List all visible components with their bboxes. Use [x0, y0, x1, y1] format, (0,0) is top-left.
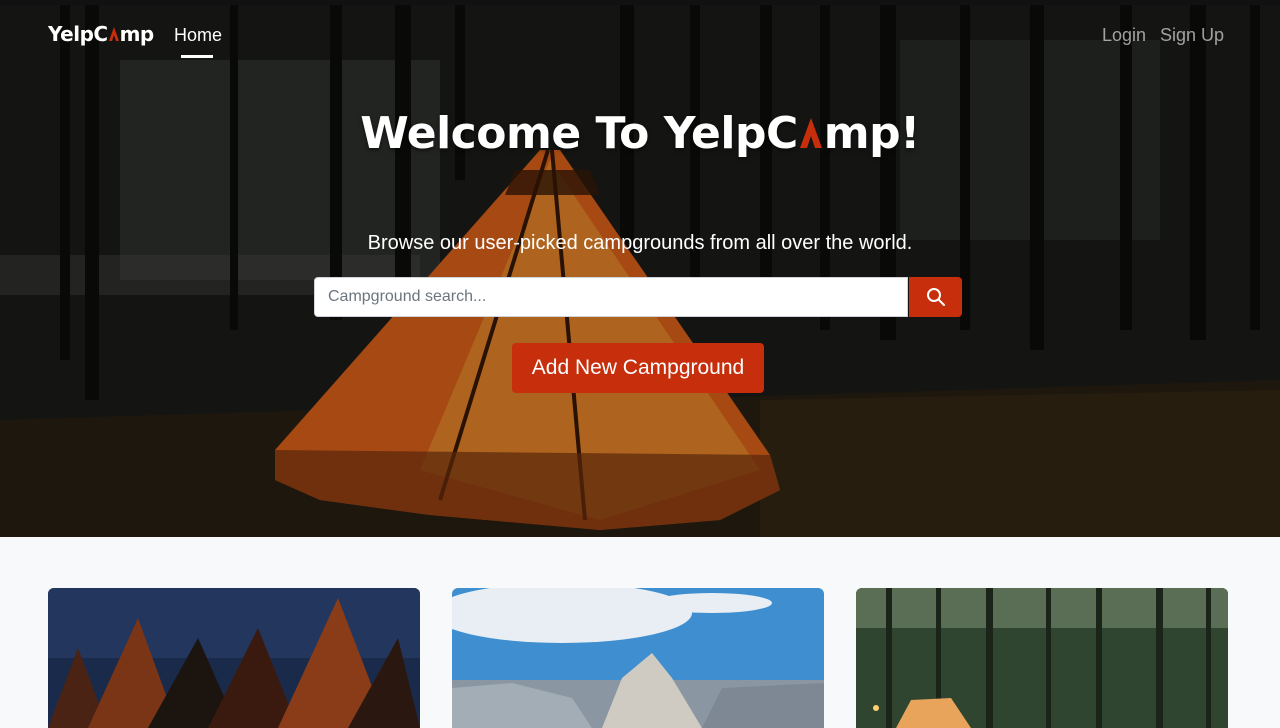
campground-search-input[interactable] [314, 277, 908, 317]
campground-cards [0, 537, 1280, 728]
navbar: YelpC mp Home Login Sign Up [0, 5, 1280, 65]
hero-subtitle: Browse our user-picked campgrounds from … [367, 232, 913, 254]
campground-card[interactable] [452, 588, 824, 728]
campground-card-image [856, 588, 1228, 728]
nav-home-link[interactable]: Home [174, 25, 222, 46]
tent-a-icon [799, 118, 822, 148]
hero-title-prefix: Welcome To YelpC [360, 108, 798, 159]
hero-section: YelpC mp Home Login Sign Up Welcome To Ye… [0, 0, 1280, 537]
campground-card-image [452, 588, 824, 728]
brand-logo[interactable]: YelpC mp [48, 22, 154, 46]
nav-login-link[interactable]: Login [1102, 25, 1146, 46]
campground-card[interactable] [48, 588, 420, 728]
campground-card-image [48, 588, 420, 728]
brand-prefix: YelpC [48, 22, 108, 46]
hero-title-suffix: mp! [823, 108, 920, 159]
search-icon [926, 288, 945, 306]
add-new-campground-button[interactable]: Add New Campground [512, 343, 764, 393]
nav-signup-link[interactable]: Sign Up [1160, 25, 1224, 46]
nav-active-indicator [181, 55, 213, 58]
campground-card[interactable] [856, 588, 1228, 728]
hero-title: Welcome To YelpC mp! [0, 108, 1280, 159]
brand-suffix: mp [119, 22, 155, 46]
tent-a-icon [108, 27, 119, 41]
search-button[interactable] [909, 277, 962, 317]
hero-background-image [0, 0, 1280, 537]
